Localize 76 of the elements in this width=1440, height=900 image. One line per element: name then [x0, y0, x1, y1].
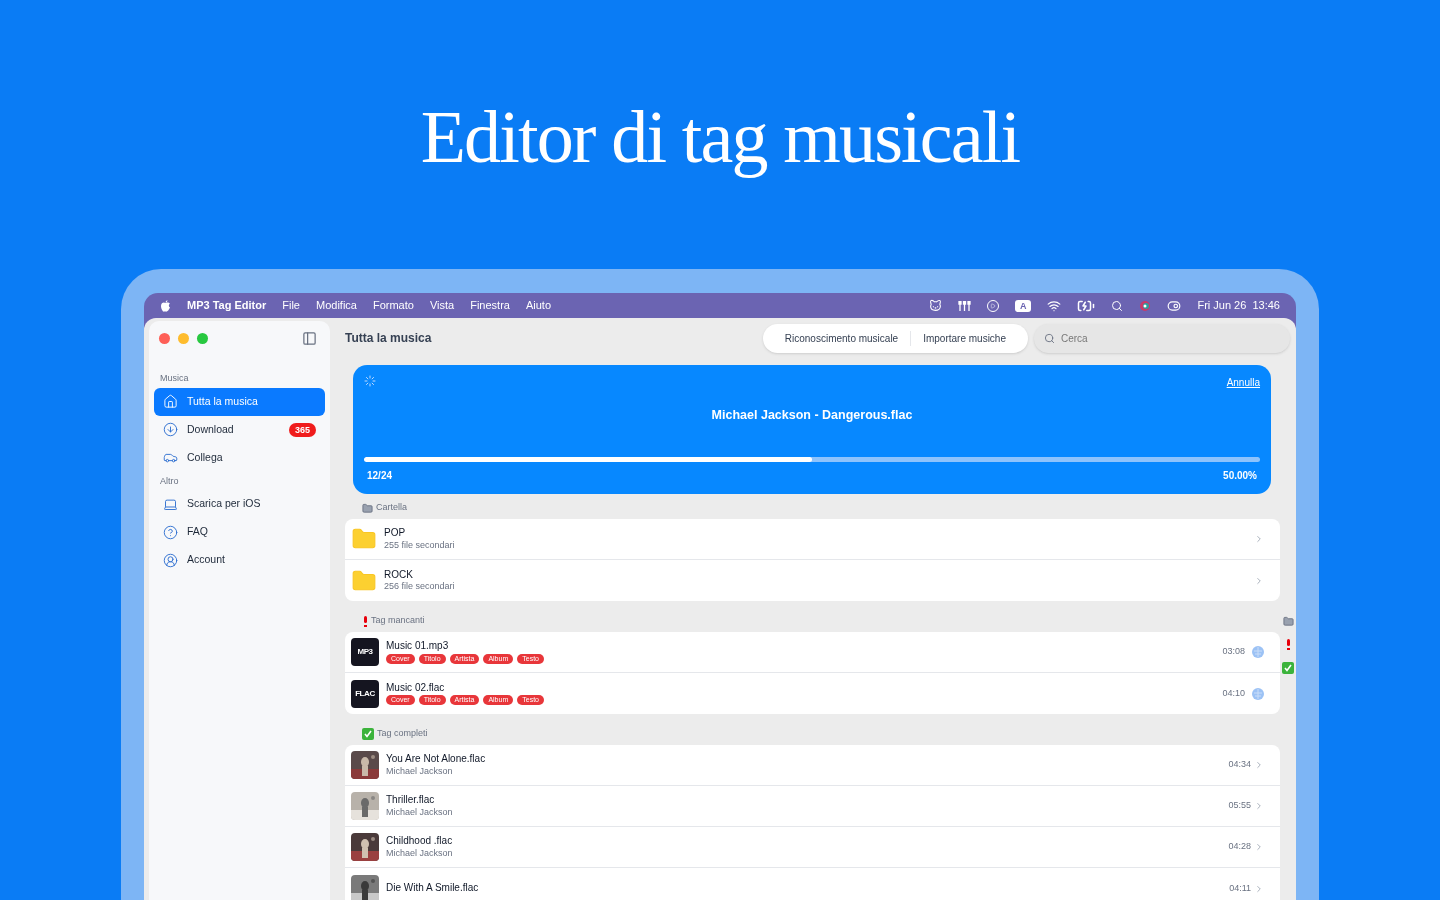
app-menu[interactable]: MP3 Tag Editor — [187, 297, 267, 314]
help-icon — [163, 524, 178, 540]
sidebar-item[interactable]: Download 365 — [154, 415, 325, 444]
row-subtitle: Michael Jackson — [386, 806, 453, 818]
folder-icon — [362, 502, 373, 514]
zoom-window-button[interactable] — [197, 332, 208, 344]
row-title: You Are Not Alone.flac — [386, 753, 486, 766]
sidebar-item[interactable]: Account — [154, 546, 325, 574]
folder-icon — [1282, 616, 1294, 627]
duration: 04:34 — [1228, 758, 1251, 772]
search-input[interactable]: Cerca — [1061, 330, 1280, 346]
colorful-orb-icon[interactable] — [1139, 299, 1152, 312]
page-title: Tutta la musica — [345, 330, 432, 347]
toolbar-button[interactable]: Importare musiche — [910, 330, 1018, 346]
exclamation-icon — [1285, 639, 1291, 650]
close-window-button[interactable] — [159, 332, 170, 344]
row-title: POP — [384, 527, 407, 540]
format-thumbnail: MP3 — [351, 638, 379, 666]
laptop-icon — [163, 496, 178, 512]
sidebar-item[interactable]: Tutta la musica — [154, 387, 325, 416]
section-title: Cartella — [376, 501, 407, 515]
section-title: Tag mancanti — [371, 614, 425, 628]
sidebar-item[interactable]: Collega — [154, 443, 325, 472]
download-icon — [163, 422, 178, 437]
sidebar-section-title: Altro — [159, 474, 180, 488]
toolbar-button[interactable]: Riconoscimento musicale — [772, 330, 911, 346]
row-title: ROCK — [384, 568, 414, 582]
search-icon[interactable] — [1111, 299, 1124, 312]
row-title: Music 01.mp3 — [386, 640, 450, 653]
sidebar-item[interactable]: Scarica per iOS — [154, 490, 325, 518]
exclamation-icon — [362, 615, 368, 627]
menu-item[interactable]: File — [282, 297, 300, 314]
duration: 04:28 — [1228, 840, 1251, 854]
forks-icon[interactable] — [957, 299, 971, 312]
spinner-icon — [364, 375, 376, 387]
row-title: Die With A Smile.flac — [386, 882, 479, 895]
row-title: Music 02.flac — [386, 681, 446, 695]
current-file-name: Michael Jackson - Dangerous.flac — [710, 407, 914, 424]
format-thumbnail: FLAC — [351, 679, 379, 708]
duration: 04:10 — [1222, 686, 1245, 700]
input-source-badge[interactable]: A — [1014, 299, 1032, 312]
menu-item[interactable]: Finestra — [470, 297, 510, 314]
duration: 03:08 — [1222, 645, 1245, 659]
sidebar-section-title: Musica — [159, 372, 190, 385]
menu-item[interactable]: Aiuto — [525, 297, 551, 314]
duration: 05:55 — [1228, 799, 1251, 813]
cat-icon[interactable] — [928, 299, 942, 312]
cancel-link[interactable]: Annulla — [1226, 375, 1260, 390]
row-subtitle: Michael Jackson — [386, 847, 453, 859]
row-subtitle: 255 file secondari — [384, 539, 455, 551]
control-center-icon[interactable] — [1167, 298, 1182, 313]
section-title: Tag completi — [377, 727, 428, 741]
row-subtitle: 256 file secondari — [384, 581, 455, 593]
sidebar-item[interactable]: FAQ — [154, 518, 325, 546]
wifi-icon[interactable] — [1047, 298, 1062, 313]
apple-logo-icon — [160, 299, 171, 312]
menu-item[interactable]: Formato — [372, 297, 414, 314]
menu-item[interactable]: Modifica — [316, 297, 357, 314]
globe-icon — [1252, 646, 1264, 658]
checkmark-icon — [362, 728, 374, 740]
row-subtitle: Michael Jackson — [386, 765, 454, 777]
search-icon — [1044, 332, 1055, 344]
globe-icon — [1252, 687, 1264, 700]
progress-percent: 50.00% — [1223, 468, 1257, 483]
search-field[interactable]: Cerca — [1034, 323, 1290, 353]
user-icon — [163, 552, 178, 568]
menu-bar-clock: Fri Jun 26 13:46 — [1197, 298, 1280, 314]
row-title: Childhood .flac — [386, 835, 453, 848]
menu-item[interactable]: Vista — [429, 297, 455, 314]
count-badge: 365 — [288, 422, 316, 437]
duration: 04:11 — [1229, 881, 1251, 895]
progress-count: 12/24 — [367, 468, 393, 483]
house-icon — [163, 394, 178, 409]
checkmark-icon — [1282, 662, 1294, 674]
row-title: Thriller.flac — [386, 794, 436, 807]
sidebar-toggle-icon[interactable] — [302, 330, 317, 346]
